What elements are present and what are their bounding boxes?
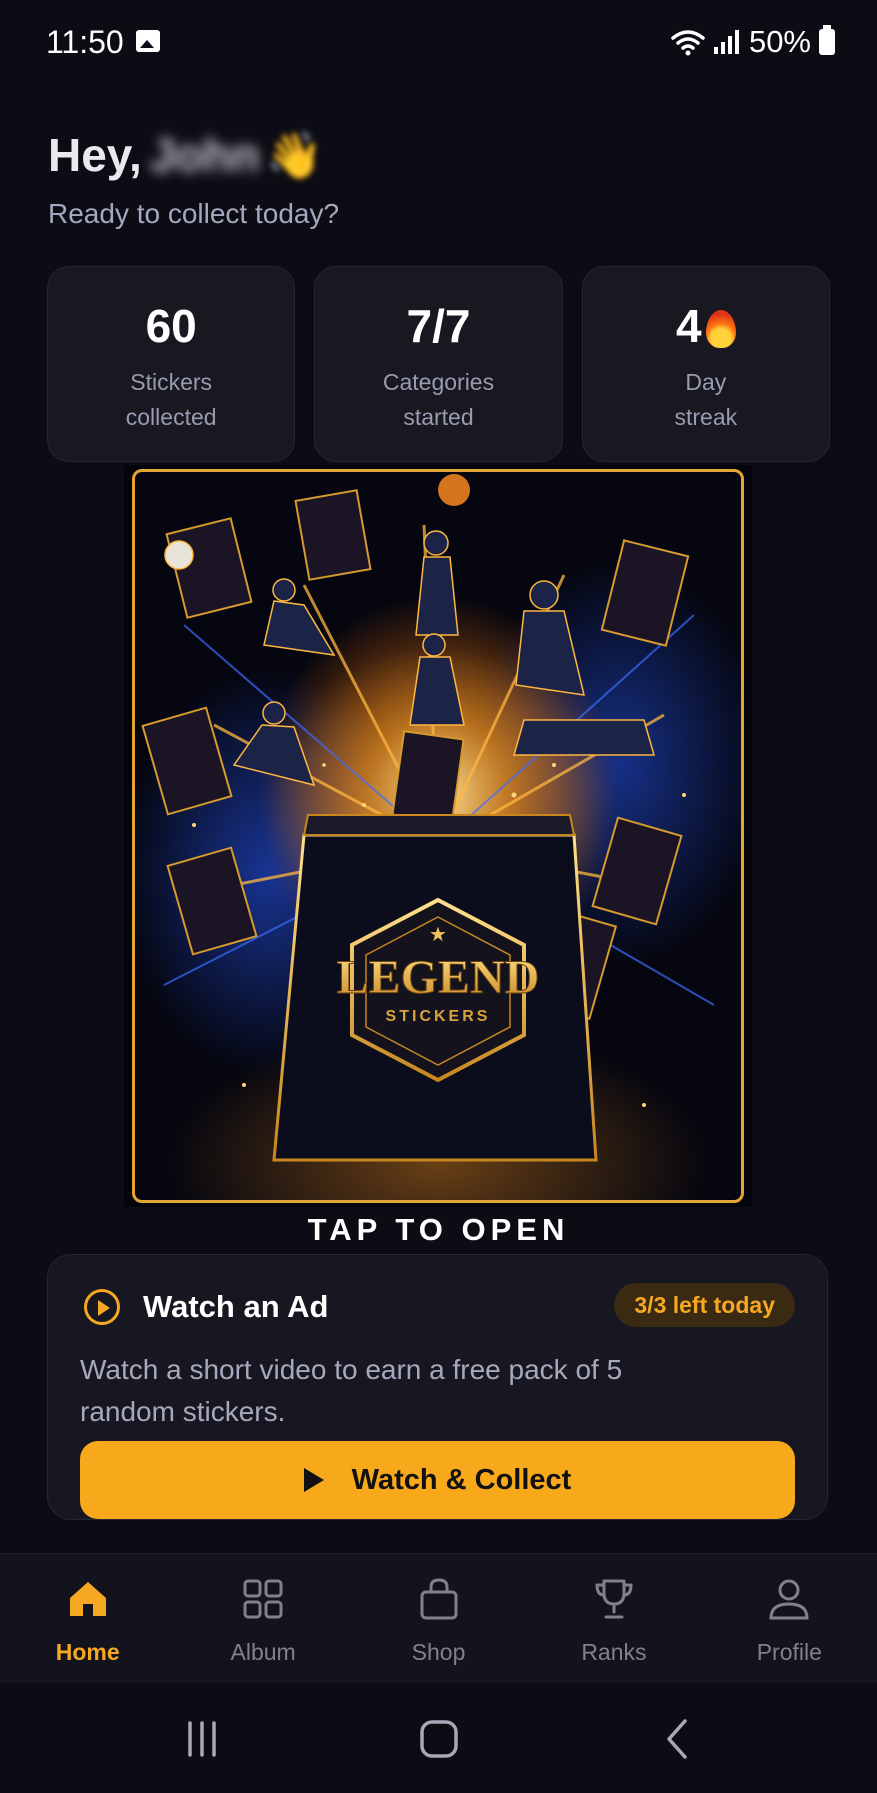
battery-icon	[819, 25, 835, 55]
nav-label: Home	[55, 1639, 120, 1665]
stat-label-line1: Stickers	[130, 369, 213, 395]
system-nav-bar	[0, 1683, 877, 1793]
stat-value: 7/7	[406, 300, 471, 352]
bottom-nav: Home Album Shop Ranks Profile	[0, 1553, 877, 1683]
back-icon[interactable]	[647, 1709, 707, 1769]
play-circle-icon	[84, 1289, 120, 1325]
svg-text:★: ★	[429, 924, 447, 946]
nav-label: Shop	[411, 1639, 466, 1665]
stat-value: 4	[676, 300, 702, 352]
stat-label-line2: streak	[674, 404, 738, 430]
pack-brand: LEGEND	[337, 951, 540, 1004]
stat-card-streak[interactable]: 4 Day streak	[581, 266, 830, 462]
user-icon	[769, 1579, 809, 1620]
nav-item-shop[interactable]: Shop	[351, 1554, 526, 1683]
watch-and-collect-button[interactable]: Watch & Collect	[80, 1441, 795, 1519]
grid-icon	[243, 1579, 283, 1619]
tap-to-open-label[interactable]: TAP TO OPEN	[0, 1212, 877, 1248]
stat-card-categories[interactable]: 7/7 Categories started	[314, 266, 563, 462]
watch-and-collect-label: Watch & Collect	[351, 1463, 572, 1496]
nav-label: Ranks	[581, 1639, 647, 1665]
stats-row: 60 Stickers collected 7/7 Categories sta…	[47, 266, 830, 462]
status-bar: 11:50 50%	[0, 0, 877, 88]
bag-icon	[420, 1578, 458, 1620]
ad-card-title: Watch an Ad	[143, 1289, 329, 1324]
stat-value-wrap: 4	[583, 299, 829, 353]
flame-icon	[705, 304, 736, 348]
stat-card-stickers[interactable]: 60 Stickers collected	[47, 266, 296, 462]
nav-label: Album	[230, 1639, 296, 1665]
stat-label-line2: collected	[125, 404, 217, 430]
play-icon	[303, 1468, 324, 1492]
nav-item-home[interactable]: Home	[0, 1554, 175, 1683]
stat-label-line1: Day	[685, 369, 727, 395]
watch-ad-card: Watch an Ad 3/3 left today Watch a short…	[47, 1254, 828, 1520]
signal-icon	[713, 30, 739, 54]
stat-label-line2: started	[403, 404, 474, 430]
sticker-pack[interactable]: ★ LEGEND STICKERS	[124, 465, 752, 1207]
greeting-subtitle: Ready to collect today?	[48, 198, 340, 229]
recent-apps-icon[interactable]	[172, 1709, 232, 1769]
status-right: 50%	[671, 24, 835, 60]
stat-value: 60	[145, 300, 197, 352]
pack-illustration: ★ LEGEND STICKERS	[141, 474, 715, 1162]
nav-label: Profile	[756, 1639, 822, 1665]
wifi-icon	[671, 30, 705, 56]
stat-label: Stickers collected	[48, 365, 294, 435]
wave-icon: 👋	[265, 129, 323, 181]
home-button-icon[interactable]	[409, 1709, 469, 1769]
home-icon	[69, 1582, 106, 1616]
nav-item-profile[interactable]: Profile	[702, 1554, 877, 1683]
pack-brand-sub: STICKERS	[386, 1008, 491, 1025]
ad-card-description: Watch a short video to earn a free pack …	[80, 1354, 623, 1427]
battery-percent: 50%	[748, 24, 811, 59]
nav-item-album[interactable]: Album	[175, 1554, 350, 1683]
status-time: 11:50	[46, 24, 124, 60]
stat-label: Categories started	[315, 365, 561, 435]
trophy-icon	[595, 1579, 633, 1619]
greeting-hey: Hey,	[48, 129, 142, 181]
greeting-title: Hey, John 👋	[48, 128, 323, 183]
stat-label: Day streak	[583, 365, 829, 435]
nav-item-ranks[interactable]: Ranks	[526, 1554, 701, 1683]
gallery-icon	[136, 30, 160, 52]
greeting-name: John	[149, 129, 260, 181]
stat-label-line1: Categories	[382, 369, 495, 395]
ads-left-badge: 3/3 left today	[614, 1283, 795, 1327]
